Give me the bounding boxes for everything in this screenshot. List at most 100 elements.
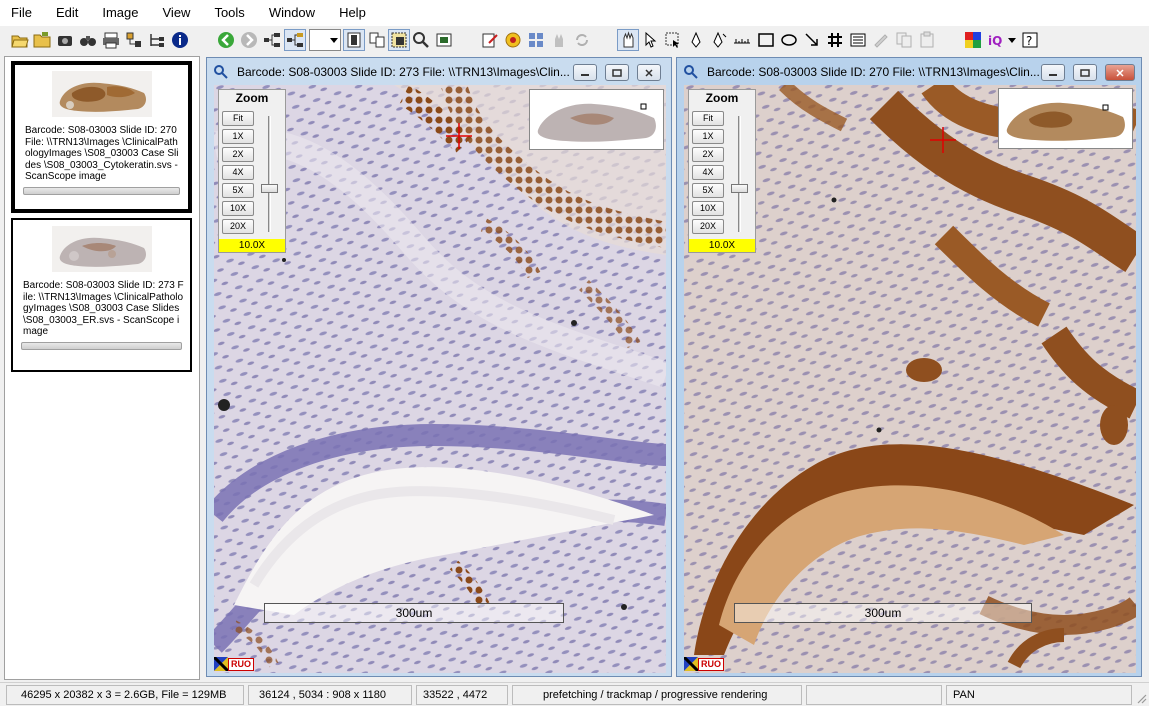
zoom-1x-button[interactable]: 1X bbox=[692, 129, 724, 144]
status-empty bbox=[806, 685, 942, 705]
menu-image[interactable]: Image bbox=[90, 0, 150, 26]
hash-icon[interactable] bbox=[824, 29, 846, 51]
info-icon[interactable] bbox=[169, 29, 191, 51]
close-icon bbox=[645, 68, 653, 77]
menu-file[interactable]: File bbox=[0, 0, 44, 26]
zoom-2x-button[interactable]: 2X bbox=[222, 147, 254, 162]
slide-thumbnail-cytokeratin bbox=[51, 71, 152, 117]
copy-icon[interactable] bbox=[893, 29, 915, 51]
zoom-fit-button[interactable]: Fit bbox=[222, 111, 254, 126]
disabled1-icon[interactable] bbox=[870, 29, 892, 51]
folder-icon[interactable] bbox=[31, 29, 53, 51]
zoom-4x-button[interactable]: 4X bbox=[222, 165, 254, 180]
slide-window-er[interactable]: Barcode: S08-03003 Slide ID: 273 File: \… bbox=[206, 57, 672, 677]
arrow-icon[interactable] bbox=[801, 29, 823, 51]
view-dropdown[interactable] bbox=[309, 29, 341, 51]
select-icon[interactable] bbox=[662, 29, 684, 51]
edit-icon[interactable] bbox=[479, 29, 501, 51]
menu-view[interactable]: View bbox=[151, 0, 203, 26]
ruo-badge: RUO bbox=[684, 657, 728, 671]
zoom-slider[interactable] bbox=[268, 116, 271, 232]
hierarchy-active-icon[interactable] bbox=[284, 29, 306, 51]
overview-map[interactable] bbox=[529, 89, 664, 150]
color-icon[interactable] bbox=[962, 29, 984, 51]
ruo-logo-icon bbox=[684, 657, 698, 671]
zoom-20x-button[interactable]: 20X bbox=[692, 219, 724, 234]
open-folder-icon[interactable] bbox=[9, 29, 31, 51]
forward-icon[interactable] bbox=[238, 29, 260, 51]
resize-grip-icon[interactable] bbox=[1135, 692, 1147, 704]
hierarchy-icon[interactable] bbox=[261, 29, 283, 51]
zoom-20x-button[interactable]: 20X bbox=[222, 219, 254, 234]
slide-image-er[interactable]: Zoom Fit 1X 2X 4X 5X 10X 20X 10.0X 300um… bbox=[214, 85, 666, 673]
grid-icon[interactable] bbox=[525, 29, 547, 51]
thumbnail-caption: Barcode: S08-03003 Slide ID: 273 File: \… bbox=[23, 280, 184, 337]
magic-pen-icon[interactable] bbox=[708, 29, 730, 51]
back-icon[interactable] bbox=[215, 29, 237, 51]
thumbnail-caption: Barcode: S08-03003 Slide ID: 270 File: \… bbox=[25, 125, 179, 182]
zoom-slider-thumb[interactable] bbox=[261, 184, 278, 193]
menu-help[interactable]: Help bbox=[327, 0, 378, 26]
slide-icon[interactable] bbox=[433, 29, 455, 51]
window-title-bar[interactable]: Barcode: S08-03003 Slide ID: 270 File: \… bbox=[677, 58, 1141, 85]
ruo-label: RUO bbox=[228, 657, 254, 671]
viewer-app-icon bbox=[684, 64, 698, 79]
print-icon[interactable] bbox=[100, 29, 122, 51]
thumbnail-card[interactable]: Barcode: S08-03003 Slide ID: 273 File: \… bbox=[11, 218, 192, 372]
slide-window-cytokeratin[interactable]: Barcode: S08-03003 Slide ID: 270 File: \… bbox=[676, 57, 1142, 677]
close-button[interactable] bbox=[637, 64, 661, 81]
binoculars-icon[interactable] bbox=[77, 29, 99, 51]
zoom-10x-button[interactable]: 10X bbox=[692, 201, 724, 216]
list-icon[interactable] bbox=[847, 29, 869, 51]
menu-window[interactable]: Window bbox=[257, 0, 327, 26]
window-title-bar[interactable]: Barcode: S08-03003 Slide ID: 273 File: \… bbox=[207, 58, 671, 85]
slide-image-cytokeratin[interactable]: Zoom Fit 1X 2X 4X 5X 10X 20X 10.0X 300um… bbox=[684, 85, 1136, 673]
selection-icon[interactable] bbox=[388, 29, 410, 51]
camera-icon[interactable] bbox=[54, 29, 76, 51]
ruler-icon[interactable] bbox=[731, 29, 753, 51]
svg-text:?: ? bbox=[1026, 34, 1032, 48]
pan-icon[interactable] bbox=[617, 29, 639, 51]
ellipse-icon[interactable] bbox=[778, 29, 800, 51]
pen-icon[interactable] bbox=[685, 29, 707, 51]
scale-bar: 300um bbox=[264, 603, 564, 623]
network-icon[interactable] bbox=[123, 29, 145, 51]
zoom-2x-button[interactable]: 2X bbox=[692, 147, 724, 162]
minimize-button[interactable] bbox=[573, 64, 597, 81]
help-icon[interactable]: ? bbox=[1019, 29, 1041, 51]
minimize-icon bbox=[581, 73, 589, 76]
zoom-slider-thumb[interactable] bbox=[731, 184, 748, 193]
thumbnail-progress-bar bbox=[23, 186, 180, 195]
maximize-button[interactable] bbox=[605, 64, 629, 81]
menu-bar: File Edit Image View Tools Window Help bbox=[0, 0, 1149, 26]
zoom-4x-button[interactable]: 4X bbox=[692, 165, 724, 180]
zoom-10x-button[interactable]: 10X bbox=[222, 201, 254, 216]
iq-dropdown-icon[interactable] bbox=[1006, 29, 1018, 51]
rectangle-icon[interactable] bbox=[755, 29, 777, 51]
maximize-button[interactable] bbox=[1073, 64, 1097, 81]
zoom-5x-button[interactable]: 5X bbox=[692, 183, 724, 198]
menu-edit[interactable]: Edit bbox=[44, 0, 90, 26]
hand-icon[interactable] bbox=[548, 29, 570, 51]
zoom-5x-button[interactable]: 5X bbox=[222, 183, 254, 198]
tree-icon[interactable] bbox=[146, 29, 168, 51]
paste-icon[interactable] bbox=[916, 29, 938, 51]
badge-icon[interactable] bbox=[502, 29, 524, 51]
menu-tools[interactable]: Tools bbox=[202, 0, 256, 26]
overview-map[interactable] bbox=[998, 88, 1133, 149]
zoom-slider[interactable] bbox=[738, 116, 741, 232]
zoom-level: 10.0X bbox=[689, 239, 755, 252]
close-button[interactable] bbox=[1105, 64, 1135, 81]
minimize-button[interactable] bbox=[1041, 64, 1065, 81]
image-list-icon[interactable] bbox=[366, 29, 388, 51]
iq-icon[interactable]: iQ bbox=[985, 29, 1007, 51]
window-icon[interactable] bbox=[343, 29, 365, 51]
pointer-icon[interactable] bbox=[640, 29, 662, 51]
zoom-fit-button[interactable]: Fit bbox=[692, 111, 724, 126]
status-viewport: 36124 , 5034 : 908 x 1180 bbox=[248, 685, 412, 705]
thumbnail-card[interactable]: Barcode: S08-03003 Slide ID: 270 File: \… bbox=[11, 61, 192, 213]
zoom-1x-button[interactable]: 1X bbox=[222, 129, 254, 144]
maximize-icon bbox=[612, 68, 622, 77]
zoom-icon[interactable] bbox=[410, 29, 432, 51]
sync-icon[interactable] bbox=[571, 29, 593, 51]
